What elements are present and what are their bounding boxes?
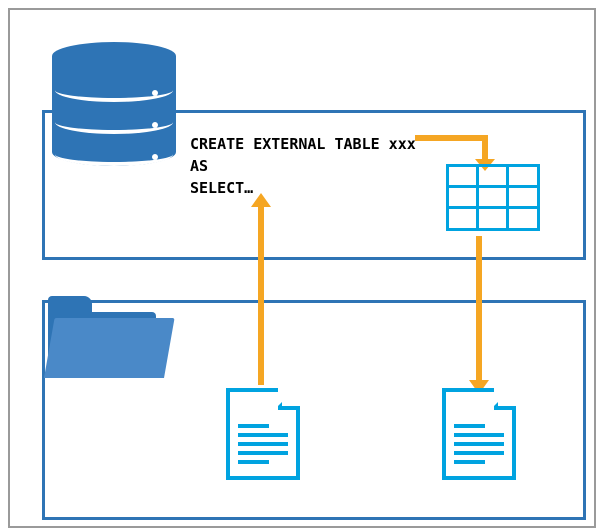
arrow-table-to-file <box>476 236 482 382</box>
external-table-icon <box>447 165 538 229</box>
output-file-icon <box>442 388 516 480</box>
diagram-frame: CREATE EXTERNAL TABLE xxx AS SELECT… <box>8 8 596 528</box>
sql-line-1: CREATE EXTERNAL TABLE xxx <box>190 135 416 153</box>
folder-icon <box>48 296 156 374</box>
database-icon <box>52 42 176 166</box>
arrow-file-to-sql <box>258 205 264 385</box>
sql-line-2: AS <box>190 157 208 175</box>
sql-line-3: SELECT… <box>190 179 253 197</box>
source-file-icon <box>226 388 300 480</box>
arrow-sql-to-table-v <box>482 135 488 161</box>
sql-statement: CREATE EXTERNAL TABLE xxx AS SELECT… <box>190 133 416 199</box>
arrow-sql-to-table-h <box>415 135 485 141</box>
